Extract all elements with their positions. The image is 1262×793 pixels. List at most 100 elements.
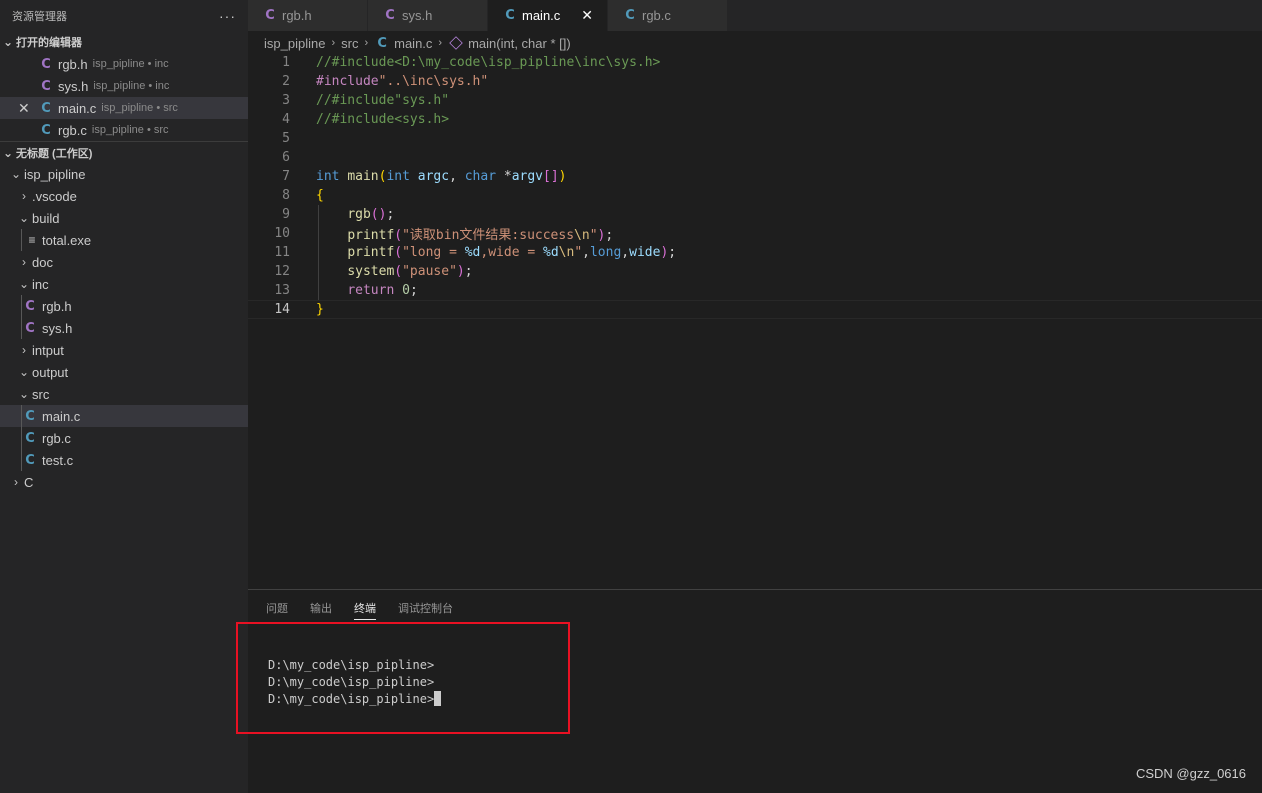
tab-rgb-c[interactable]: C rgb.c [608, 0, 728, 31]
code-text: system("pause"); [347, 264, 473, 279]
open-editors-section[interactable]: ⌄ 打开的编辑器 [0, 31, 248, 53]
symbol-method-icon [449, 36, 463, 50]
code-text: printf("long = %d,wide = %d\n",long,wide… [347, 245, 677, 260]
indent-guide [21, 427, 22, 449]
c-header-file-icon: C [41, 56, 51, 72]
indent-guide [21, 449, 22, 471]
tab-debug-console[interactable]: 调试控制台 [398, 590, 453, 626]
indent-guide [21, 229, 22, 251]
close-icon[interactable]: ✕ [18, 100, 30, 117]
code-text: printf("读取bin文件结果:success\n"); [347, 228, 614, 243]
indent-guide [21, 317, 22, 339]
tree-item-label: test.c [42, 452, 74, 468]
line-number: 8 [282, 188, 290, 203]
chevron-down-icon: ⌄ [2, 145, 14, 160]
open-editor-sys-h[interactable]: C sys.h isp_pipline • inc [0, 75, 248, 97]
more-actions-icon[interactable]: ··· [219, 8, 236, 24]
tab-main-c[interactable]: C main.c ✕ [488, 0, 608, 31]
line-number: 7 [282, 169, 290, 184]
code-line-current: 14 } [248, 300, 1262, 319]
code-text: //#include<sys.h> [316, 112, 450, 127]
chevron-down-icon: ⌄ [18, 387, 30, 401]
c-file-icon: C [41, 100, 51, 116]
highlight-annotation-box [236, 622, 570, 734]
chevron-right-icon: › [14, 475, 18, 489]
code-line: 7 int main(int argc, char *argv[]) [248, 167, 1262, 186]
line-number: 14 [274, 302, 290, 317]
open-editor-rgb-c[interactable]: C rgb.c isp_pipline • src [0, 119, 248, 141]
chevron-right-icon: › [364, 37, 369, 49]
code-line: 4 //#include<sys.h> [248, 110, 1262, 129]
tree-folder-c[interactable]: › C [0, 471, 248, 493]
line-number: 4 [282, 112, 290, 127]
tab-terminal[interactable]: 终端 [354, 590, 376, 626]
code-line: 9 rgb(); [248, 205, 1262, 224]
open-editors-label: 打开的编辑器 [16, 37, 82, 49]
tree-folder-intput[interactable]: › intput [0, 339, 248, 361]
breadcrumb-symbol[interactable]: main(int, char * []) [468, 36, 571, 51]
breadcrumb-folder[interactable]: isp_pipline [264, 36, 325, 51]
tab-output[interactable]: 输出 [310, 590, 332, 626]
tree-folder-isp-pipline[interactable]: ⌄ isp_pipline [0, 163, 248, 185]
editor-tabs: C rgb.h C sys.h C main.c ✕ C rgb.c [248, 0, 1262, 31]
breadcrumb-file[interactable]: main.c [394, 36, 432, 51]
line-number: 11 [274, 245, 290, 260]
code-line: 3 //#include"sys.h" [248, 91, 1262, 110]
open-editor-main-c[interactable]: ✕ C main.c isp_pipline • src [0, 97, 248, 119]
chevron-down-icon: ⌄ [2, 35, 14, 49]
tree-file-src-test-c[interactable]: C test.c [0, 449, 248, 471]
code-line: 1 //#include<D:\my_code\isp_pipline\inc\… [248, 53, 1262, 72]
chevron-down-icon: ⌄ [18, 277, 30, 291]
chevron-right-icon: › [331, 37, 336, 49]
line-number: 6 [282, 150, 290, 165]
open-editor-desc: isp_pipline • src [91, 124, 169, 136]
chevron-right-icon: › [22, 255, 26, 269]
panel-tabs: 问题 输出 终端 调试控制台 [248, 590, 1262, 626]
c-file-icon: C [25, 408, 35, 424]
tree-item-label: .vscode [32, 188, 77, 204]
open-editor-name: rgb.c [58, 122, 87, 138]
tree-folder-vscode[interactable]: › .vscode [0, 185, 248, 207]
code-line: 6 [248, 148, 1262, 167]
open-editor-desc: isp_pipline • src [101, 102, 178, 114]
c-file-icon: C [377, 35, 387, 51]
c-header-file-icon: C [41, 78, 51, 94]
tree-item-label: rgb.h [42, 298, 72, 314]
tab-sys-h[interactable]: C sys.h [368, 0, 488, 31]
tree-folder-src[interactable]: ⌄ src [0, 383, 248, 405]
tab-label: rgb.c [642, 8, 671, 23]
code-text: } [316, 302, 324, 317]
tree-folder-build[interactable]: ⌄ build [0, 207, 248, 229]
tree-file-inc-rgb-h[interactable]: C rgb.h [0, 295, 248, 317]
code-line: 2 #include"..\inc\sys.h" [248, 72, 1262, 91]
tree-item-label: sys.h [42, 320, 73, 336]
tree-folder-inc[interactable]: ⌄ inc [0, 273, 248, 295]
indent-guide [318, 243, 319, 262]
tree-item-label: main.c [42, 408, 81, 424]
line-number: 2 [282, 74, 290, 89]
tree-file-inc-sys-h[interactable]: C sys.h [0, 317, 248, 339]
tree-folder-output[interactable]: ⌄ output [0, 361, 248, 383]
workspace-section[interactable]: ⌄ 无标题 (工作区) [0, 141, 248, 163]
tab-problems[interactable]: 问题 [266, 590, 288, 626]
line-number: 12 [274, 264, 290, 279]
tree-file-src-rgb-c[interactable]: C rgb.c [0, 427, 248, 449]
tab-rgb-h[interactable]: C rgb.h [248, 0, 368, 31]
tree-item-label: output [32, 364, 69, 380]
code-editor[interactable]: 1 //#include<D:\my_code\isp_pipline\inc\… [248, 53, 1262, 583]
tree-file-src-main-c[interactable]: C main.c [0, 405, 248, 427]
tree-item-label: isp_pipline [24, 166, 86, 182]
tree-item-label: doc [32, 254, 53, 270]
close-icon[interactable]: ✕ [581, 7, 593, 24]
indent-guide [318, 281, 319, 300]
tree-folder-doc[interactable]: › doc [0, 251, 248, 273]
c-file-icon: C [505, 8, 515, 23]
tree-item-label: C [24, 474, 34, 490]
tree-item-label: intput [32, 342, 64, 358]
breadcrumb-subfolder[interactable]: src [341, 36, 358, 51]
line-number: 9 [282, 207, 290, 222]
open-editor-name: main.c [58, 100, 97, 116]
line-number: 13 [274, 283, 290, 298]
open-editor-rgb-h[interactable]: C rgb.h isp_pipline • inc [0, 53, 248, 75]
tree-file-total-exe[interactable]: ≡ total.exe [0, 229, 248, 251]
